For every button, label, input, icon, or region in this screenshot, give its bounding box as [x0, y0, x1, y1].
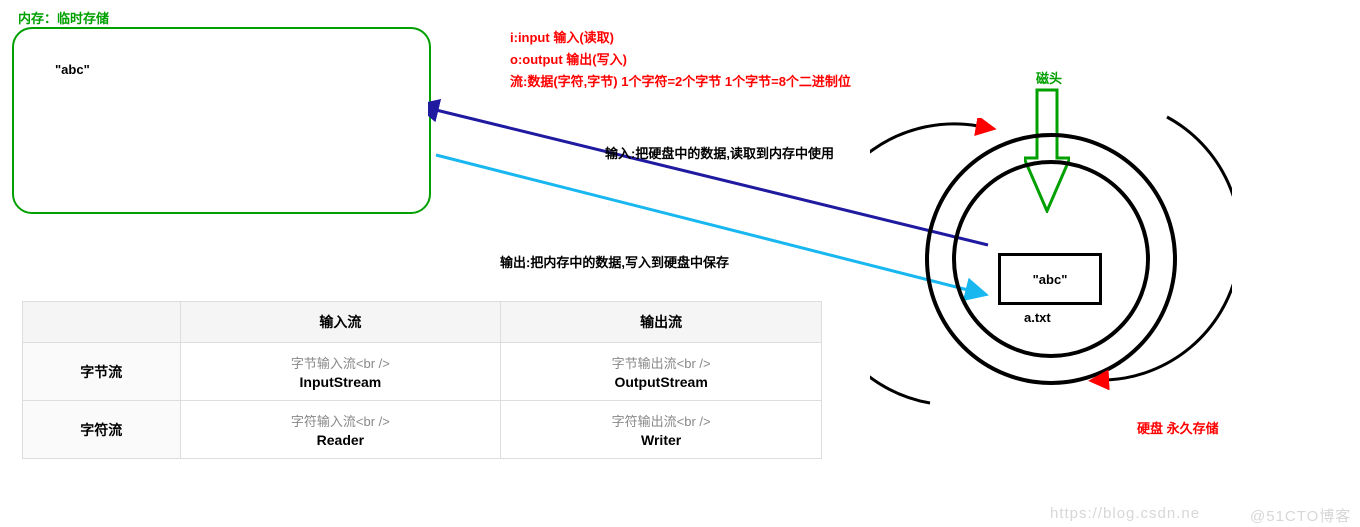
- table-corner: [23, 302, 181, 343]
- file-value: "abc": [1033, 272, 1068, 287]
- note-stream: 流:数据(字符,字节) 1个字符=2个字节 1个字节=8个二进制位: [510, 72, 851, 92]
- table-row: 字节流 字节输入流<br /> InputStream 字节输出流<br /> …: [23, 343, 822, 401]
- cell-sub: 字节输入流<br />: [187, 353, 495, 372]
- rotation-arrow-right-icon: [1087, 105, 1232, 390]
- cell-char-out: 字符输出流<br /> Writer: [501, 401, 822, 459]
- table-row: 字符流 字符输入流<br /> Reader 字符输出流<br /> Write…: [23, 401, 822, 459]
- flow-input-label: 输入:把硬盘中的数据,读取到内存中使用: [605, 143, 834, 162]
- file-name: a.txt: [1024, 310, 1051, 325]
- cell-main: OutputStream: [507, 374, 815, 390]
- disk-head-label: 磁头: [1036, 68, 1062, 87]
- flow-output-label: 输出:把内存中的数据,写入到硬盘中保存: [500, 252, 729, 271]
- cell-main: Reader: [187, 432, 495, 448]
- cell-byte-out: 字节输出流<br /> OutputStream: [501, 343, 822, 401]
- header-input: 输入流: [180, 302, 501, 343]
- cell-byte-in: 字节输入流<br /> InputStream: [180, 343, 501, 401]
- row-byte: 字节流: [23, 343, 181, 401]
- memory-box: [12, 27, 431, 214]
- header-output: 输出流: [501, 302, 822, 343]
- cell-sub: 字符输入流<br />: [187, 411, 495, 430]
- memory-label: 内存：临时存储: [18, 8, 109, 27]
- disk-label: 硬盘 永久存储: [1137, 418, 1219, 437]
- diagram-canvas: 内存：临时存储 "abc" i:input 输入(读取) o:output 输出…: [0, 0, 1360, 527]
- cell-main: Writer: [507, 432, 815, 448]
- watermark-51cto: @51CTO博客: [1250, 505, 1351, 526]
- note-output: o:output 输出(写入): [510, 50, 627, 70]
- rotation-arrow-left-icon: [870, 118, 1015, 413]
- cell-sub: 字符输出流<br />: [507, 411, 815, 430]
- cell-sub: 字节输出流<br />: [507, 353, 815, 372]
- watermark-csdn: https://blog.csdn.ne: [1050, 505, 1200, 522]
- cell-main: InputStream: [187, 374, 495, 390]
- stream-table: 输入流 输出流 字节流 字节输入流<br /> InputStream 字节输出…: [22, 301, 822, 459]
- memory-value: "abc": [55, 62, 90, 77]
- note-input: i:input 输入(读取): [510, 28, 614, 48]
- row-char: 字符流: [23, 401, 181, 459]
- cell-char-in: 字符输入流<br /> Reader: [180, 401, 501, 459]
